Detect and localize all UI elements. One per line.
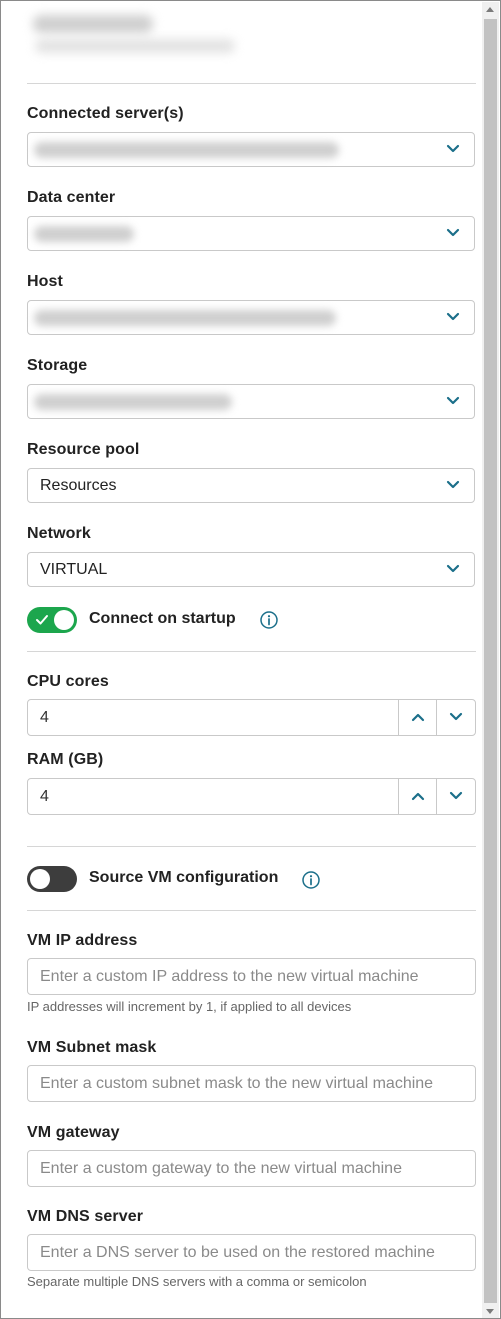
info-icon[interactable]	[302, 871, 320, 889]
chevron-down-icon	[449, 709, 463, 727]
info-icon[interactable]	[260, 611, 278, 629]
vm-gateway-input[interactable]: Enter a custom gateway to the new virtua…	[27, 1150, 476, 1187]
vm-dns-label: VM DNS server	[27, 1208, 144, 1225]
blurred-value	[34, 142, 339, 158]
network-select[interactable]: VIRTUAL	[27, 552, 475, 587]
ram-input[interactable]: 4	[40, 788, 49, 806]
divider	[27, 83, 476, 84]
resource-pool-label: Resource pool	[27, 441, 140, 458]
chevron-down-icon	[446, 480, 460, 490]
vm-subnet-label: VM Subnet mask	[27, 1039, 157, 1056]
data-center-select[interactable]	[27, 216, 475, 251]
vm-gateway-label: VM gateway	[27, 1124, 120, 1141]
toggle-knob	[54, 610, 74, 630]
vm-dns-input[interactable]: Enter a DNS server to be used on the res…	[27, 1234, 476, 1271]
storage-label: Storage	[27, 357, 88, 374]
chevron-down-icon	[446, 228, 460, 238]
connected-servers-select[interactable]	[27, 132, 475, 167]
connect-on-startup-label: Connect on startup	[89, 610, 236, 627]
connect-on-startup-row: Connect on startup	[27, 607, 287, 633]
vm-dns-hint: Separate multiple DNS servers with a com…	[27, 1274, 367, 1289]
chevron-down-icon	[446, 564, 460, 574]
ram-stepper: 4	[27, 778, 476, 815]
vertical-scrollbar[interactable]	[482, 2, 499, 1318]
vm-gateway-placeholder: Enter a custom gateway to the new virtua…	[40, 1160, 402, 1177]
check-icon	[35, 613, 49, 631]
connected-servers-label: Connected server(s)	[27, 105, 184, 122]
cpu-cores-decrement-button[interactable]	[436, 700, 475, 735]
ram-decrement-button[interactable]	[436, 779, 475, 814]
chevron-down-icon	[446, 396, 460, 406]
vm-ip-placeholder: Enter a custom IP address to the new vir…	[40, 968, 419, 985]
chevron-down-icon	[446, 144, 460, 154]
source-vm-config-row: Source VM configuration	[27, 866, 307, 892]
vm-dns-placeholder: Enter a DNS server to be used on the res…	[40, 1244, 435, 1261]
scroll-up-arrow-icon[interactable]	[486, 7, 494, 12]
ram-label: RAM (GB)	[27, 751, 104, 768]
source-vm-config-toggle[interactable]	[27, 866, 77, 892]
scroll-down-arrow-icon[interactable]	[486, 1309, 494, 1314]
blurred-header-subtitle	[35, 39, 235, 53]
connect-on-startup-toggle[interactable]	[27, 607, 77, 633]
chevron-down-icon	[446, 312, 460, 322]
cpu-cores-input[interactable]: 4	[40, 709, 49, 727]
divider	[27, 846, 476, 847]
network-value: VIRTUAL	[40, 561, 108, 578]
vm-ip-hint: IP addresses will increment by 1, if app…	[27, 999, 352, 1014]
blurred-header-title	[33, 15, 153, 33]
chevron-up-icon	[411, 709, 425, 727]
cpu-cores-stepper: 4	[27, 699, 476, 736]
divider	[27, 651, 476, 652]
blurred-value	[34, 394, 232, 410]
ram-increment-button[interactable]	[398, 779, 437, 814]
resource-pool-select[interactable]: Resources	[27, 468, 475, 503]
cpu-cores-increment-button[interactable]	[398, 700, 437, 735]
blurred-value	[34, 226, 134, 242]
storage-select[interactable]	[27, 384, 475, 419]
vm-subnet-input[interactable]: Enter a custom subnet mask to the new vi…	[27, 1065, 476, 1102]
blurred-value	[34, 310, 336, 326]
vm-ip-input[interactable]: Enter a custom IP address to the new vir…	[27, 958, 476, 995]
data-center-label: Data center	[27, 189, 116, 206]
host-label: Host	[27, 273, 63, 290]
chevron-up-icon	[411, 788, 425, 806]
cpu-cores-label: CPU cores	[27, 673, 109, 690]
resource-pool-value: Resources	[40, 477, 117, 494]
vm-subnet-placeholder: Enter a custom subnet mask to the new vi…	[40, 1075, 434, 1092]
chevron-down-icon	[449, 788, 463, 806]
panel: Connected server(s) Data center Host Sto…	[0, 0, 501, 1319]
source-vm-config-label: Source VM configuration	[89, 869, 279, 886]
network-label: Network	[27, 525, 91, 542]
host-select[interactable]	[27, 300, 475, 335]
scrollbar-thumb[interactable]	[484, 19, 497, 1303]
toggle-knob	[30, 869, 50, 889]
vm-ip-label: VM IP address	[27, 932, 138, 949]
divider	[27, 910, 476, 911]
